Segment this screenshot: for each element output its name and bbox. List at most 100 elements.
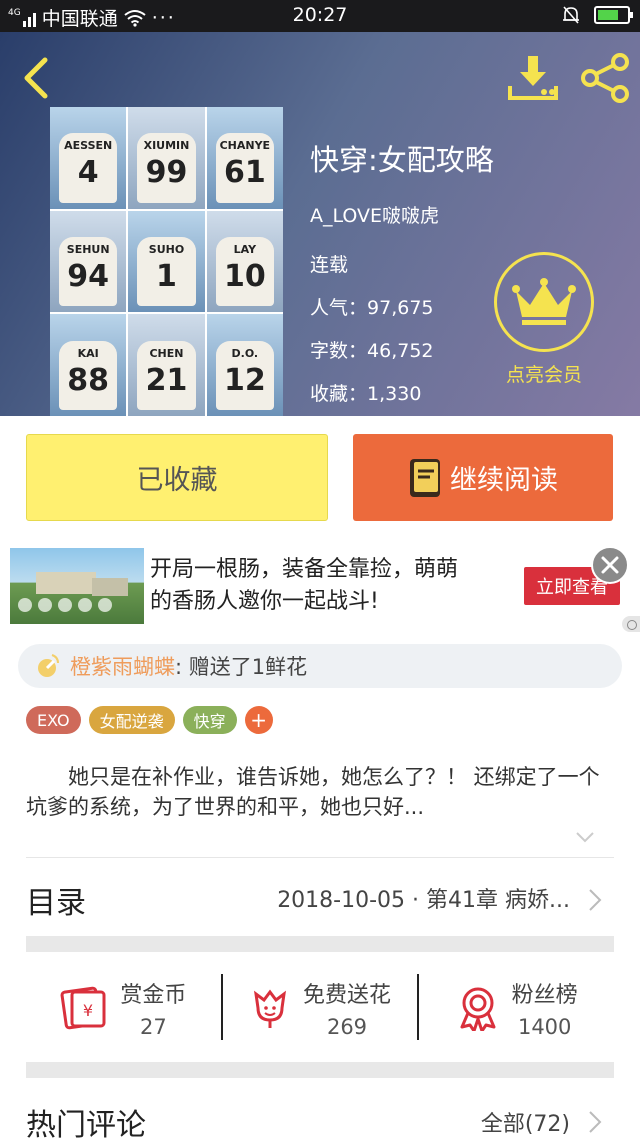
favorites-value: 1,330 (367, 383, 422, 405)
jersey-name: SEHUN (66, 243, 110, 257)
cover-photo: SUHO 1 (128, 210, 205, 313)
favorited-button[interactable]: 已收藏 (26, 434, 328, 521)
gift-notice: 橙紫雨蝴蝶 : 赠送了1鲜花 (18, 644, 622, 688)
jersey-name: LAY (233, 243, 257, 257)
gift-sender[interactable]: 橙紫雨蝴蝶 (70, 651, 175, 681)
continue-reading-button[interactable]: 继续阅读 (353, 434, 613, 521)
medal-icon (460, 987, 496, 1031)
tag-list: EXO 女配逆袭 快穿 + (26, 706, 273, 734)
jersey: SEHUN 94 (59, 237, 118, 307)
favorites-label: 收藏 (310, 383, 349, 405)
popularity-value: 97,675 (367, 297, 434, 319)
jersey-name: CHEN (149, 346, 184, 360)
book-cover[interactable]: AESSEN 4 XIUMIN 99 CHANYE 61 SEHUN 94 SUHO 1 LAY 10… (50, 107, 283, 416)
jersey: XIUMIN 99 (137, 133, 196, 203)
stats-bar: ¥ 赏金币 27 免费送花 269 粉丝榜 1400 (26, 970, 614, 1046)
section-separator (26, 1062, 614, 1078)
gift-broadcast-icon (38, 654, 59, 677)
popularity-row: 人气：97,675 (310, 297, 434, 319)
cover-photo: AESSEN 4 (50, 107, 127, 209)
book-header: AESSEN 4 XIUMIN 99 CHANYE 61 SEHUN 94 SUHO 1 LAY 10… (0, 32, 640, 416)
jersey-number: 10 (223, 259, 266, 295)
table-of-contents-row[interactable]: 目录 2018-10-05 · 第41章 病娇... (0, 860, 640, 936)
crown-icon (512, 278, 576, 325)
reward-coins-button[interactable]: ¥ 赏金币 27 (26, 970, 221, 1046)
chevron-right-icon (589, 889, 602, 911)
free-flower-count: 269 (326, 1015, 368, 1039)
cover-photo: XIUMIN 99 (128, 107, 205, 209)
jersey: KAI 88 (59, 340, 118, 410)
jersey: D.O. 12 (215, 340, 274, 410)
ad-text-line1: 开局一根肠，装备全靠捡，萌萌 (150, 557, 459, 582)
tag-quick-transmigration[interactable]: 快穿 (182, 706, 237, 734)
jersey: CHEN 21 (137, 340, 196, 410)
vip-button[interactable]: 点亮会员 (492, 252, 596, 387)
jersey-name: KAI (77, 346, 99, 360)
jersey: LAY 10 (215, 237, 274, 307)
all-comments-link[interactable]: 全部(72) (481, 1106, 570, 1138)
ad-close-button[interactable] (591, 546, 629, 584)
cover-photo: LAY 10 (206, 210, 283, 313)
jersey-name: SUHO (148, 243, 185, 257)
hot-comments-header: 热门评论 全部(72) (0, 1096, 640, 1138)
book-status: 连载 (310, 254, 349, 276)
book-description[interactable]: 她只是在补作业，谁告诉她，她怎么了？！ 还绑定了一个坑爹的系统，为了世界的和平，… (26, 762, 616, 822)
tag-female-lead[interactable]: 女配逆袭 (88, 706, 175, 734)
ad-text-line2: 的香肠人邀你一起战斗! (150, 589, 379, 614)
free-flower-label: 免费送花 (303, 983, 392, 1008)
cover-photo: CHEN 21 (128, 314, 205, 416)
jersey: AESSEN 4 (59, 133, 118, 203)
jersey-name: D.O. (231, 346, 259, 360)
jersey-number: 1 (156, 259, 177, 295)
back-arrow-icon[interactable] (18, 56, 54, 100)
tag-exo[interactable]: EXO (26, 706, 81, 734)
status-bar: 4G 中国联通 ··· 20:27 (0, 0, 640, 32)
reward-coins-label: 赏金币 (120, 983, 187, 1008)
book-icon (410, 458, 440, 497)
jersey-name: XIUMIN (143, 139, 190, 153)
add-tag-button[interactable]: + (244, 706, 273, 734)
jersey-number: 21 (145, 362, 188, 398)
jersey-number: 12 (223, 362, 266, 398)
book-info: 快穿:女配攻略 A_LOVE啵啵虎 连载 人气：97,675 字数：46,752… (310, 137, 494, 422)
chevron-right-icon[interactable] (588, 1110, 602, 1134)
vip-label: 点亮会员 (505, 364, 582, 386)
ad-choice-icon[interactable] (622, 616, 640, 632)
free-flower-button[interactable]: 免费送花 269 (223, 970, 418, 1046)
mute-bell-icon (563, 6, 579, 24)
share-icon[interactable] (578, 52, 632, 104)
fan-ranking-label: 粉丝榜 (511, 983, 578, 1008)
fan-ranking-button[interactable]: 粉丝榜 1400 (419, 970, 614, 1046)
red-envelope-icon: ¥ (60, 986, 106, 1030)
gift-message: : 赠送了1鲜花 (175, 655, 308, 679)
word-count-value: 46,752 (367, 340, 434, 362)
flower-icon (254, 989, 286, 1028)
cover-photo: CHANYE 61 (206, 107, 283, 209)
word-count-row: 字数：46,752 (310, 340, 434, 362)
jersey-number: 4 (77, 155, 99, 191)
fan-ranking-count: 1400 (517, 1015, 572, 1039)
expand-chevron-icon[interactable] (574, 826, 596, 848)
cover-photo: SEHUN 94 (50, 210, 127, 313)
continue-reading-label: 继续阅读 (450, 465, 558, 496)
cover-photo: KAI 88 (50, 314, 127, 416)
svg-text:¥: ¥ (83, 1001, 93, 1020)
clock: 20:27 (292, 4, 348, 26)
jersey-number: 61 (223, 155, 266, 191)
jersey-number: 99 (145, 155, 188, 191)
popularity-label: 人气 (310, 297, 349, 319)
section-separator (26, 936, 614, 952)
status-right (562, 5, 633, 25)
jersey: SUHO 1 (137, 237, 196, 307)
battery-icon (594, 6, 633, 24)
jersey-number: 94 (67, 259, 110, 295)
favorites-row: 收藏：1,330 (310, 383, 422, 405)
cover-photo: D.O. 12 (206, 314, 283, 416)
download-icon[interactable] (506, 54, 560, 102)
divider (26, 857, 614, 858)
book-author[interactable]: A_LOVE啵啵虎 (310, 201, 494, 228)
jersey-name: AESSEN (64, 139, 113, 153)
ad-game-image (10, 548, 144, 624)
word-count-label: 字数 (310, 340, 349, 362)
jersey-number: 88 (67, 362, 110, 398)
